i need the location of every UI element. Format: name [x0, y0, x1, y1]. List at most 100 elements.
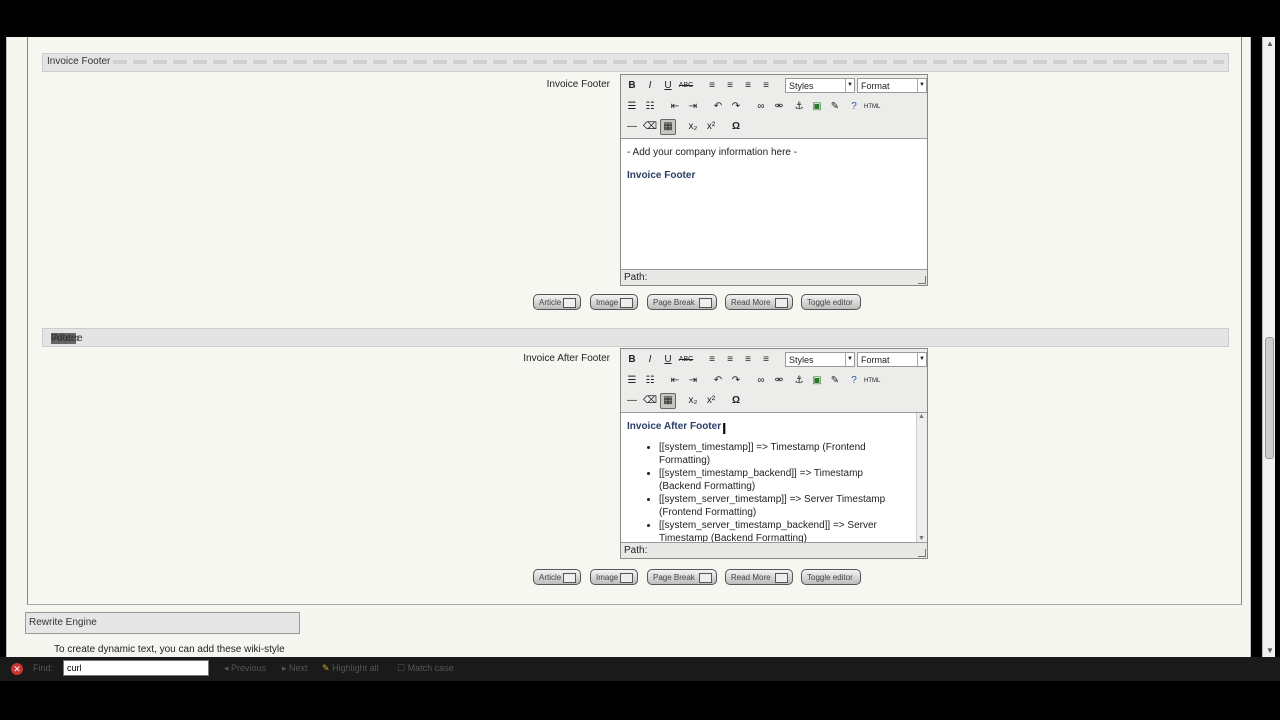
html-source-icon[interactable]: HTML — [864, 99, 880, 115]
superscript-icon[interactable]: x² — [703, 119, 719, 135]
redo-icon[interactable]: ↷ — [728, 99, 744, 115]
resize-handle-icon[interactable] — [918, 549, 926, 557]
editor-heading: Invoice After Footer — [627, 421, 722, 432]
unlink-icon[interactable]: ⚮ — [771, 373, 787, 389]
special-character-icon[interactable]: Ω — [728, 393, 744, 409]
link-icon[interactable]: ∞ — [753, 99, 769, 115]
bullet-list-icon[interactable]: ☰ — [624, 99, 640, 115]
align-center-icon[interactable]: ≡ — [722, 78, 738, 94]
page-break-button[interactable]: Page Break — [647, 294, 717, 310]
page-scrollbar[interactable]: ▲ ▼ — [1262, 37, 1275, 657]
editor-statusbar: Path: — [621, 542, 927, 558]
undo-icon[interactable]: ↶ — [710, 373, 726, 389]
italic-icon[interactable]: I — [642, 352, 658, 368]
match-case-checkbox[interactable]: ☐ Match case — [397, 663, 454, 674]
header-word-3: Footer — [51, 333, 80, 344]
remove-format-icon[interactable]: ⌫ — [642, 393, 658, 409]
unlink-icon[interactable]: ⚮ — [771, 99, 787, 115]
image-button[interactable]: Image — [590, 294, 638, 310]
align-justify-icon[interactable]: ≡ — [758, 78, 774, 94]
indent-icon[interactable]: ⇥ — [685, 99, 701, 115]
align-justify-icon[interactable]: ≡ — [758, 352, 774, 368]
page-break-button-label: Page Break — [653, 298, 695, 307]
path-label: Path: — [624, 272, 648, 283]
scrollbar-thumb[interactable] — [1265, 337, 1274, 459]
page-break-button[interactable]: Page Break — [647, 569, 717, 585]
align-right-icon[interactable]: ≡ — [740, 78, 756, 94]
toggle-editor-button[interactable]: Toggle editor — [801, 569, 861, 585]
subscript-icon[interactable]: x₂ — [685, 119, 701, 135]
undo-icon[interactable]: ↶ — [710, 99, 726, 115]
read-more-button[interactable]: Read More — [725, 569, 793, 585]
redo-icon[interactable]: ↷ — [728, 373, 744, 389]
chevron-down-icon: ▼ — [917, 79, 926, 92]
section-header-invoice-footer[interactable]: Invoice Footer — [42, 53, 1229, 72]
align-left-icon[interactable]: ≡ — [704, 352, 720, 368]
read-more-button[interactable]: Read More — [725, 294, 793, 310]
styles-select[interactable]: Styles ▼ — [785, 78, 855, 93]
cleanup-icon[interactable]: ✎ — [827, 373, 843, 389]
remove-format-icon[interactable]: ⌫ — [642, 119, 658, 135]
image-button[interactable]: Image — [590, 569, 638, 585]
find-previous-button[interactable]: ◂ Previous — [224, 663, 266, 674]
read-more-button-label: Read More — [731, 573, 771, 582]
editor-content-area[interactable]: - Add your company information here - In… — [621, 139, 927, 269]
find-input[interactable] — [63, 660, 209, 676]
visual-aid-icon[interactable]: ▦ — [660, 393, 676, 409]
highlight-all-button[interactable]: ✎ Highlight all — [322, 663, 379, 674]
help-icon[interactable]: ? — [846, 99, 862, 115]
article-button[interactable]: Article — [533, 569, 581, 585]
scroll-down-icon[interactable]: ▼ — [918, 535, 925, 542]
italic-icon[interactable]: I — [642, 78, 658, 94]
anchor-icon[interactable]: ⚓ — [791, 373, 807, 389]
strikethrough-icon[interactable]: ABC — [678, 78, 694, 94]
editor-content-area[interactable]: Invoice After Footer [[system_timestamp]… — [621, 413, 927, 542]
section-header-invoice-after-footer[interactable]: Invoice After Footer — [42, 328, 1229, 347]
visual-aid-icon[interactable]: ▦ — [660, 119, 676, 135]
anchor-icon[interactable]: ⚓ — [791, 99, 807, 115]
html-source-icon[interactable]: HTML — [864, 373, 880, 389]
numbered-list-icon[interactable]: ☷ — [642, 99, 658, 115]
close-icon[interactable]: ✕ — [11, 663, 23, 675]
align-left-icon[interactable]: ≡ — [704, 78, 720, 94]
article-button[interactable]: Article — [533, 294, 581, 310]
numbered-list-icon[interactable]: ☷ — [642, 373, 658, 389]
styles-select[interactable]: Styles ▼ — [785, 352, 855, 367]
toggle-editor-button[interactable]: Toggle editor — [801, 294, 861, 310]
cleanup-icon[interactable]: ✎ — [827, 99, 843, 115]
align-center-icon[interactable]: ≡ — [722, 352, 738, 368]
image-icon[interactable]: ▣ — [809, 373, 825, 389]
outdent-icon[interactable]: ⇤ — [667, 373, 683, 389]
format-select[interactable]: Format ▼ — [857, 352, 927, 367]
scroll-up-icon[interactable]: ▲ — [918, 413, 925, 420]
superscript-icon[interactable]: x² — [703, 393, 719, 409]
horizontal-rule-icon[interactable]: — — [624, 393, 640, 409]
outdent-icon[interactable]: ⇤ — [667, 99, 683, 115]
special-character-icon[interactable]: Ω — [728, 119, 744, 135]
bullet-list-icon[interactable]: ☰ — [624, 373, 640, 389]
editor-scrollbar[interactable]: ▲ ▼ — [916, 413, 927, 542]
rewrite-engine-panel-header[interactable]: Rewrite Engine — [25, 612, 300, 634]
subscript-icon[interactable]: x₂ — [685, 393, 701, 409]
resize-handle-icon[interactable] — [918, 276, 926, 284]
bold-icon[interactable]: B — [624, 78, 640, 94]
chevron-down-icon: ▼ — [845, 79, 854, 92]
horizontal-rule-icon[interactable]: — — [624, 119, 640, 135]
help-icon[interactable]: ? — [846, 373, 862, 389]
underline-icon[interactable]: U — [660, 352, 676, 368]
chevron-down-icon: ▼ — [845, 353, 854, 366]
align-right-icon[interactable]: ≡ — [740, 352, 756, 368]
image-icon[interactable]: ▣ — [809, 99, 825, 115]
strikethrough-icon[interactable]: ABC — [678, 352, 694, 368]
scroll-down-icon[interactable]: ▼ — [1266, 646, 1274, 655]
find-next-button[interactable]: ▸ Next — [282, 663, 308, 674]
link-icon[interactable]: ∞ — [753, 373, 769, 389]
list-item: [[system_timestamp_backend]] => Timestam… — [659, 467, 899, 493]
page-break-icon — [699, 573, 712, 583]
underline-icon[interactable]: U — [660, 78, 676, 94]
indent-icon[interactable]: ⇥ — [685, 373, 701, 389]
bold-icon[interactable]: B — [624, 352, 640, 368]
match-case-label: Match case — [407, 663, 454, 673]
format-select[interactable]: Format ▼ — [857, 78, 927, 93]
scroll-up-icon[interactable]: ▲ — [1266, 39, 1274, 48]
